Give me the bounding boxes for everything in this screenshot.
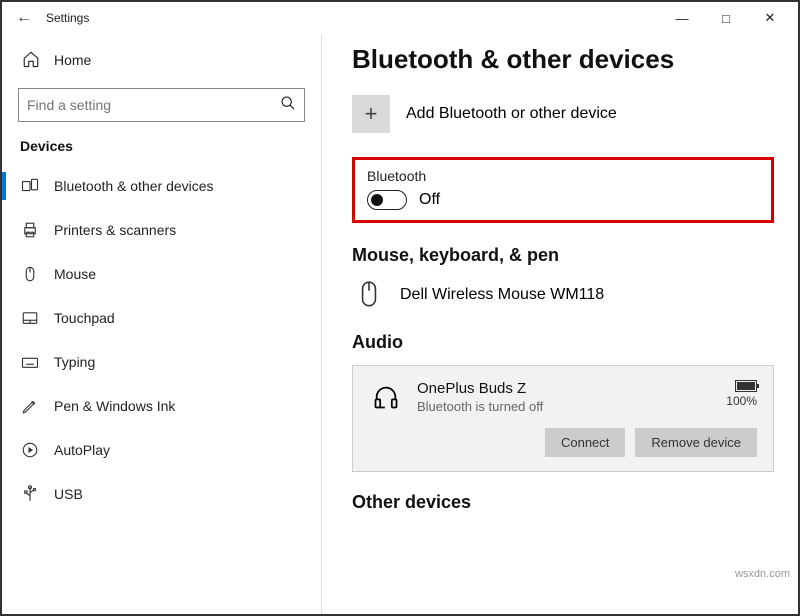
pen-icon <box>20 396 40 416</box>
bluetooth-label: Bluetooth <box>367 168 759 184</box>
usb-icon <box>20 484 40 504</box>
nav-item-label: USB <box>54 486 83 502</box>
nav-item-label: Printers & scanners <box>54 222 176 238</box>
content-pane: Bluetooth & other devices + Add Bluetoot… <box>322 34 798 614</box>
battery-percent: 100% <box>726 394 757 408</box>
section-devices-label: Devices <box>2 134 321 164</box>
printer-icon <box>20 220 40 240</box>
keyboard-icon <box>20 352 40 372</box>
minimize-button[interactable]: — <box>660 3 704 33</box>
mouse-icon <box>20 264 40 284</box>
home-link[interactable]: Home <box>2 40 321 80</box>
nav-mouse[interactable]: Mouse <box>2 252 321 296</box>
nav-item-label: Mouse <box>54 266 96 282</box>
nav-pen[interactable]: Pen & Windows Ink <box>2 384 321 428</box>
remove-device-button[interactable]: Remove device <box>635 428 757 457</box>
nav-item-label: Bluetooth & other devices <box>54 178 214 194</box>
sidebar: Home Devices Bluetooth & other devices <box>2 34 322 614</box>
nav-typing[interactable]: Typing <box>2 340 321 384</box>
plus-icon: + <box>352 95 390 133</box>
nav-item-label: Pen & Windows Ink <box>54 398 175 414</box>
battery-icon <box>735 380 757 392</box>
audio-device-status: Bluetooth is turned off <box>417 399 712 414</box>
bluetooth-toggle[interactable] <box>367 190 407 210</box>
audio-device-name: OnePlus Buds Z <box>417 380 712 397</box>
nav-list: Bluetooth & other devices Printers & sca… <box>2 164 321 614</box>
search-icon <box>280 95 296 116</box>
mouse-device-row[interactable]: Dell Wireless Mouse WM118 <box>352 278 774 312</box>
add-device-label: Add Bluetooth or other device <box>406 105 617 123</box>
autoplay-icon <box>20 440 40 460</box>
search-box[interactable] <box>18 88 305 122</box>
back-button[interactable]: ← <box>8 9 40 27</box>
home-label: Home <box>54 52 91 68</box>
battery-indicator: 100% <box>726 380 757 408</box>
devices-icon <box>20 176 40 196</box>
page-title: Bluetooth & other devices <box>352 44 774 75</box>
nav-touchpad[interactable]: Touchpad <box>2 296 321 340</box>
section-audio-title: Audio <box>352 332 774 353</box>
nav-item-label: AutoPlay <box>54 442 110 458</box>
titlebar: ← Settings — □ ✕ <box>2 2 798 34</box>
close-button[interactable]: ✕ <box>748 3 792 33</box>
headphones-icon <box>369 380 403 414</box>
bluetooth-state: Off <box>419 191 440 209</box>
connect-button[interactable]: Connect <box>545 428 625 457</box>
nav-autoplay[interactable]: AutoPlay <box>2 428 321 472</box>
touchpad-icon <box>20 308 40 328</box>
search-input[interactable] <box>27 97 280 113</box>
home-icon <box>22 50 40 71</box>
maximize-button[interactable]: □ <box>704 3 748 33</box>
mouse-device-icon <box>352 278 386 312</box>
nav-bluetooth[interactable]: Bluetooth & other devices <box>2 164 321 208</box>
nav-item-label: Touchpad <box>54 310 115 326</box>
nav-item-label: Typing <box>54 354 95 370</box>
section-other-title: Other devices <box>352 492 774 513</box>
watermark: wsxdn.com <box>735 568 790 580</box>
audio-device-card[interactable]: OnePlus Buds Z Bluetooth is turned off 1… <box>352 365 774 472</box>
bluetooth-section: Bluetooth Off <box>352 157 774 223</box>
nav-usb[interactable]: USB <box>2 472 321 516</box>
add-device-button[interactable]: + Add Bluetooth or other device <box>352 95 774 133</box>
mouse-device-name: Dell Wireless Mouse WM118 <box>400 286 604 304</box>
nav-printers[interactable]: Printers & scanners <box>2 208 321 252</box>
section-mouse-title: Mouse, keyboard, & pen <box>352 245 774 266</box>
window-title: Settings <box>46 11 660 25</box>
